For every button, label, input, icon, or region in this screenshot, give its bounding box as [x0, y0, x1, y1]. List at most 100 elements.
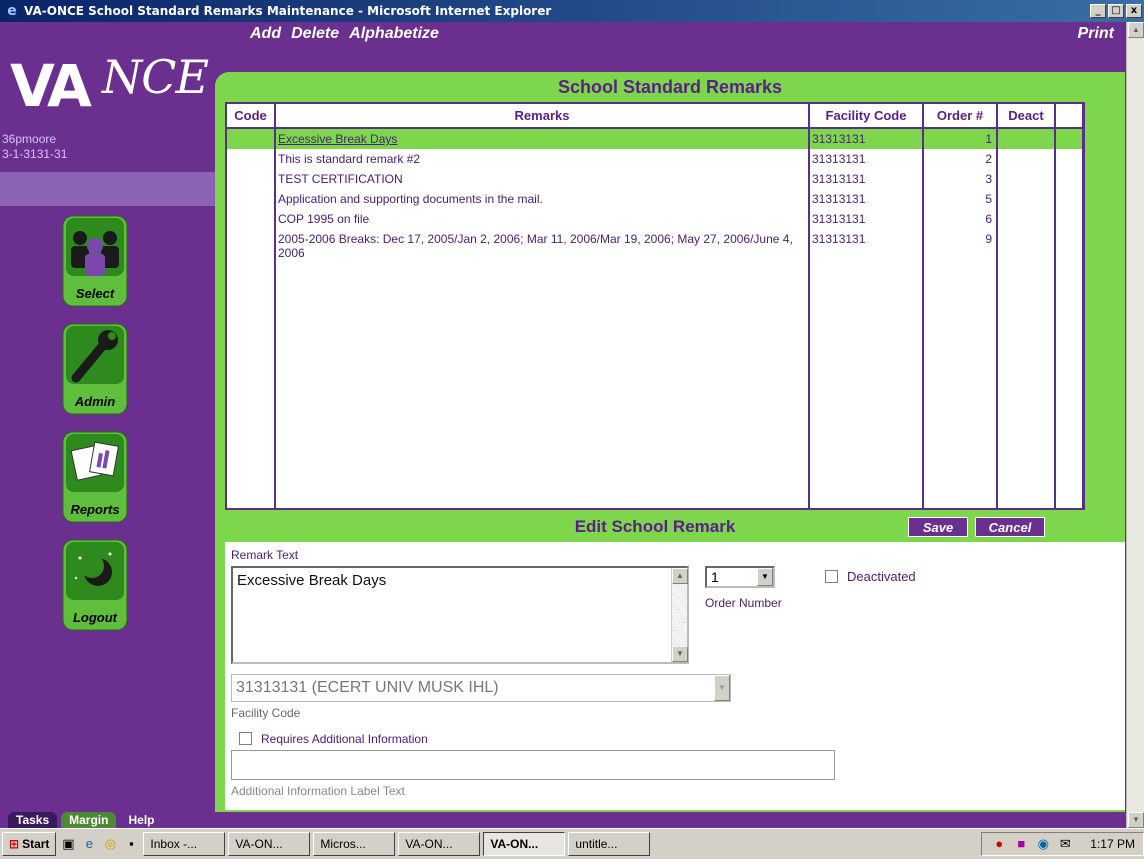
mail-icon[interactable]: ✉: [1056, 835, 1074, 853]
cell-facility: 31313131: [809, 189, 924, 209]
outlook-quicklaunch-icon[interactable]: ◎: [101, 835, 119, 853]
column-header-remarks[interactable]: Remarks: [275, 104, 810, 129]
logo-va: VA: [10, 52, 92, 120]
network-icon[interactable]: ◉: [1034, 835, 1052, 853]
desktop-icon[interactable]: ▣: [59, 835, 77, 853]
column-header-code[interactable]: Code: [227, 104, 276, 129]
windows-taskbar: ⊞ Start ▣ e ◎ ▪ Inbox -... VA-ON... Micr…: [0, 828, 1144, 859]
tab-help[interactable]: Help: [120, 812, 163, 828]
logo-once: NCE: [102, 50, 209, 104]
user-id: 3-1-3131-31: [2, 147, 68, 161]
maximize-button[interactable]: □: [1108, 4, 1124, 18]
order-number-select[interactable]: 1 ▼: [705, 566, 775, 588]
taskbar-item-ie-1[interactable]: VA-ON...: [398, 832, 481, 856]
select-button[interactable]: Select: [62, 215, 128, 307]
chevron-down-icon[interactable]: ▼: [714, 675, 730, 701]
alphabetize-link[interactable]: Alphabetize: [349, 25, 439, 43]
delete-link[interactable]: Delete: [291, 25, 339, 43]
remarks-table-frame: Code Remarks Facility Code Order # Deact…: [225, 102, 1085, 510]
cell-blank: [1055, 189, 1084, 209]
ie-quicklaunch-icon[interactable]: e: [80, 835, 98, 853]
additional-info-label-caption: Additional Information Label Text: [231, 784, 405, 798]
remark-text-input[interactable]: Excessive Break Days ▲ ▼: [231, 566, 689, 664]
scroll-up-icon[interactable]: ▲: [672, 568, 688, 584]
admin-label: Admin: [74, 394, 116, 409]
bottom-tabs: Tasks Margin Help: [0, 812, 1144, 828]
table-row[interactable]: Application and supporting documents in …: [227, 189, 1084, 209]
cell-remark: This is standard remark #2: [275, 149, 810, 169]
cell-remark: TEST CERTIFICATION: [275, 169, 810, 189]
edit-header: Edit School Remark Save Cancel: [225, 514, 1085, 540]
column-header-deact[interactable]: Deact: [997, 104, 1056, 129]
save-button[interactable]: Save: [908, 517, 968, 537]
add-link[interactable]: Add: [250, 25, 281, 43]
table-row[interactable]: 2005-2006 Breaks: Dec 17, 2005/Jan 2, 20…: [227, 229, 1084, 263]
column-header-facility-code[interactable]: Facility Code: [809, 104, 924, 129]
cell-code: [227, 189, 276, 209]
cell-code: [227, 128, 276, 149]
table-row[interactable]: COP 1995 on file 31313131 6: [227, 209, 1084, 229]
tab-margin[interactable]: Margin: [61, 812, 117, 828]
cell-order: 3: [923, 169, 998, 189]
deactivated-checkbox[interactable]: [825, 570, 838, 583]
remark-link[interactable]: Excessive Break Days: [278, 132, 397, 146]
cell-deact: [997, 169, 1056, 189]
column-header-order[interactable]: Order #: [923, 104, 998, 129]
tab-tasks[interactable]: Tasks: [8, 812, 58, 828]
remark-text-value: Excessive Break Days: [237, 572, 387, 589]
main-panel: School Standard Remarks Code Remarks Fac…: [215, 72, 1125, 812]
edit-form: Remark Text Excessive Break Days ▲ ▼ 1 ▼…: [225, 542, 1125, 810]
taskbar-item-powerpoint[interactable]: Micros...: [313, 832, 396, 856]
window-titlebar: e VA-ONCE School Standard Remarks Mainte…: [0, 0, 1144, 22]
cell-facility: 31313131: [809, 209, 924, 229]
browser-scrollbar[interactable]: ▲ ▼: [1126, 22, 1144, 828]
table-row[interactable]: This is standard remark #2 31313131 2: [227, 149, 1084, 169]
taskbar-item-ie-active[interactable]: VA-ON...: [483, 832, 566, 856]
cell-remark: Excessive Break Days: [275, 128, 810, 149]
remarks-table: Code Remarks Facility Code Order # Deact…: [227, 104, 1084, 508]
taskbar-item-word[interactable]: VA-ON...: [228, 832, 311, 856]
cell-facility: 31313131: [809, 229, 924, 263]
table-row[interactable]: TEST CERTIFICATION 31313131 3: [227, 169, 1084, 189]
top-nav: Add Delete Alphabetize: [250, 22, 439, 46]
user-name: 36pmoore: [2, 132, 57, 146]
app-quicklaunch-icon[interactable]: ▪: [122, 835, 140, 853]
scroll-up-icon[interactable]: ▲: [1128, 22, 1144, 38]
table-row[interactable]: Excessive Break Days 31313131 1: [227, 128, 1084, 149]
logout-button[interactable]: Logout: [62, 539, 128, 631]
cell-deact: [997, 229, 1056, 263]
table-header-row: Code Remarks Facility Code Order # Deact: [227, 104, 1084, 129]
close-button[interactable]: x: [1126, 4, 1142, 18]
page-title: School Standard Remarks: [557, 77, 783, 97]
cell-order: 2: [923, 149, 998, 169]
scroll-down-icon[interactable]: ▼: [672, 646, 688, 662]
requires-additional-info-checkbox[interactable]: [239, 732, 252, 745]
admin-button[interactable]: Admin: [62, 323, 128, 415]
cell-order: 1: [923, 128, 998, 149]
minimize-button[interactable]: _: [1090, 4, 1106, 18]
antivirus-icon[interactable]: ●: [990, 835, 1008, 853]
select-label: Select: [76, 286, 115, 301]
shield-icon[interactable]: ■: [1012, 835, 1030, 853]
cell-blank: [1055, 229, 1084, 263]
start-label: Start: [22, 837, 50, 851]
additional-info-label-input[interactable]: [231, 750, 835, 780]
reports-button[interactable]: Reports: [62, 431, 128, 523]
cell-deact: [997, 128, 1056, 149]
windows-logo-icon: ⊞: [9, 837, 20, 851]
print-link[interactable]: Print: [1078, 22, 1114, 46]
cancel-button[interactable]: Cancel: [975, 517, 1045, 537]
remark-text-scrollbar[interactable]: ▲ ▼: [671, 568, 688, 662]
cell-deact: [997, 189, 1056, 209]
facility-code-select[interactable]: 31313131 (ECERT UNIV MUSK IHL) ▼: [231, 674, 731, 702]
cell-remark: COP 1995 on file: [275, 209, 810, 229]
taskbar-item-paint[interactable]: untitle...: [568, 832, 651, 856]
chevron-down-icon[interactable]: ▼: [757, 568, 773, 586]
scroll-down-icon[interactable]: ▼: [1128, 812, 1144, 828]
system-tray: ● ■ ◉ ✉ 1:17 PM: [981, 832, 1144, 856]
app-area: VA NCE 36pmoore 3-1-3131-31 Add Delete A…: [0, 22, 1144, 828]
cell-order: 6: [923, 209, 998, 229]
cell-remark: 2005-2006 Breaks: Dec 17, 2005/Jan 2, 20…: [275, 229, 810, 263]
start-button[interactable]: ⊞ Start: [2, 832, 57, 856]
taskbar-item-inbox[interactable]: Inbox -...: [143, 832, 226, 856]
